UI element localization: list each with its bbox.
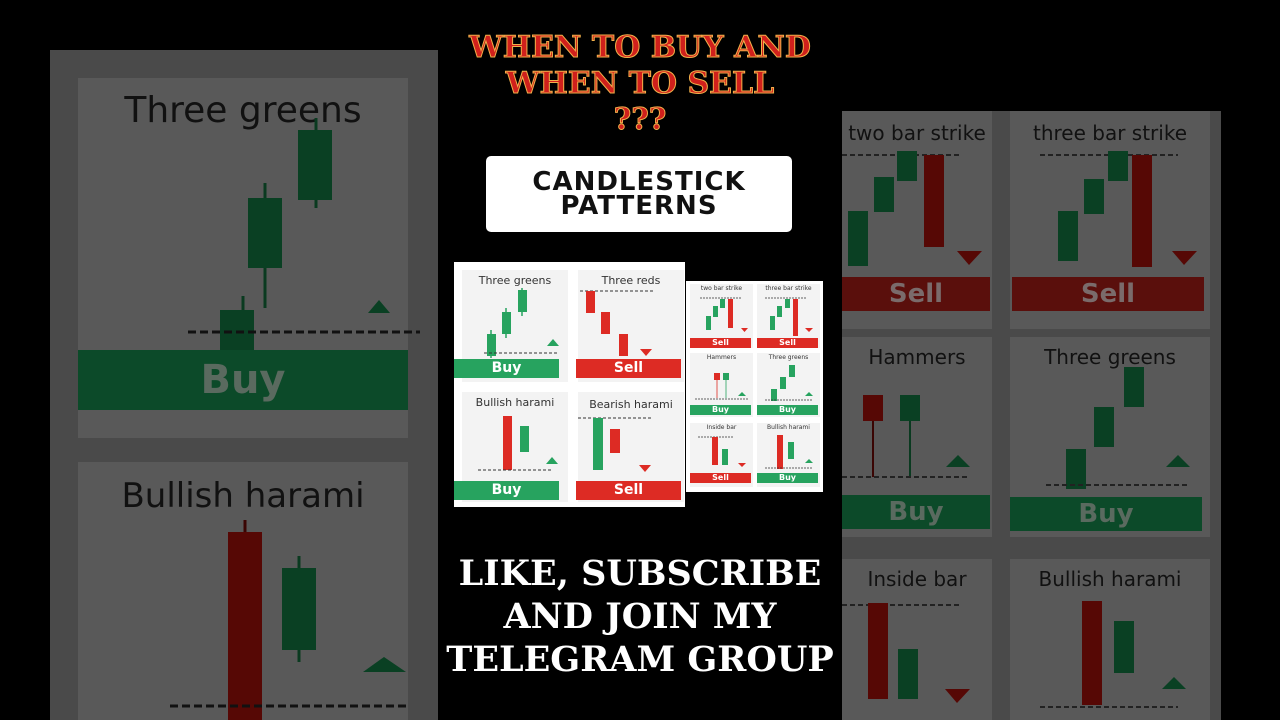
badge-line-2: PATTERNS bbox=[560, 191, 718, 221]
buy-label: Buy bbox=[454, 359, 559, 378]
candle bbox=[619, 334, 628, 356]
pattern-card-inside-bar: Inside bar Sell bbox=[690, 423, 753, 487]
pattern-card-three-reds: Three reds Sell bbox=[576, 270, 684, 382]
down-arrow-icon bbox=[945, 689, 970, 703]
buy-label: Buy bbox=[757, 473, 818, 483]
bg-card-bullish-harami: Bullish harami bbox=[78, 462, 408, 720]
candle bbox=[601, 312, 610, 334]
buy-label: Buy bbox=[757, 405, 818, 415]
down-arrow-icon bbox=[639, 465, 651, 472]
bg-buy-label: Buy bbox=[78, 350, 408, 410]
bg-sell-label: Sell bbox=[842, 277, 990, 311]
bg-card-three-greens: Three greens Buy bbox=[1010, 337, 1210, 537]
candle bbox=[503, 416, 512, 470]
small-cheatsheet: two bar strike Sell three bar strike Sel… bbox=[686, 281, 823, 492]
up-arrow-icon bbox=[546, 457, 558, 464]
pattern-card-bearish-harami: Bearish harami Sell bbox=[576, 392, 684, 502]
sell-label: Sell bbox=[690, 473, 751, 483]
pattern-card-three-greens: Three greens Buy bbox=[454, 270, 568, 382]
headline-line-3: ??? bbox=[613, 102, 667, 138]
candle bbox=[228, 532, 262, 720]
down-arrow-icon bbox=[738, 463, 746, 467]
up-arrow-icon bbox=[368, 300, 390, 313]
center-column: WHEN TO BUY AND WHEN TO SELL ??? CANDLES… bbox=[438, 0, 842, 720]
pattern-card-three-bar-strike: three bar strike Sell bbox=[757, 284, 820, 348]
sell-label: Sell bbox=[576, 359, 681, 378]
bg-sell-label: Sell bbox=[1012, 277, 1204, 311]
candlestick-patterns-badge: CANDLESTICK PATTERNS bbox=[486, 156, 792, 232]
background-right-panel: two bar strike Sell three bar strike Sel… bbox=[842, 111, 1221, 720]
candle bbox=[586, 291, 595, 313]
up-arrow-icon bbox=[547, 339, 559, 346]
pattern-card-bullish-harami: Bullish harami Buy bbox=[757, 423, 820, 487]
candle bbox=[298, 130, 332, 200]
candle bbox=[593, 418, 603, 470]
call-to-action: LIKE, SUBSCRIBE AND JOIN MY TELEGRAM GRO… bbox=[438, 552, 842, 681]
bg-candles-bullish-harami bbox=[1040, 601, 1186, 708]
candle bbox=[282, 568, 316, 650]
pattern-card-bullish-harami: Bullish harami Buy bbox=[454, 392, 568, 502]
up-arrow-icon bbox=[363, 657, 406, 672]
pattern-card-two-bar-strike: two bar strike Sell bbox=[690, 284, 753, 348]
up-arrow-icon bbox=[1166, 455, 1190, 467]
headline-line-1: WHEN TO BUY AND bbox=[469, 30, 812, 66]
bg-card-inside-bar: Inside bar bbox=[842, 559, 992, 720]
headline: WHEN TO BUY AND WHEN TO SELL ??? bbox=[438, 30, 842, 138]
cta-line-3: TELEGRAM GROUP bbox=[446, 639, 834, 680]
buy-label: Buy bbox=[690, 405, 751, 415]
down-arrow-icon bbox=[741, 328, 748, 332]
bg-card-two-bar-strike: two bar strike Sell bbox=[842, 111, 992, 329]
candle bbox=[520, 426, 529, 452]
cta-line-1: LIKE, SUBSCRIBE bbox=[458, 553, 822, 594]
down-arrow-icon bbox=[957, 251, 982, 265]
large-cheatsheet: Three greens Buy Three reds Sell Bullish… bbox=[454, 262, 685, 507]
bg-card-hammers: Hammers Buy bbox=[842, 337, 992, 537]
bg-card-three-greens: Three greens Buy bbox=[78, 78, 420, 438]
bg-buy-label: Buy bbox=[1010, 497, 1202, 531]
up-arrow-icon bbox=[805, 459, 813, 463]
buy-label: Buy bbox=[454, 481, 559, 500]
down-arrow-icon bbox=[640, 349, 652, 356]
headline-line-2: WHEN TO SELL bbox=[505, 66, 775, 102]
candle bbox=[502, 312, 511, 334]
candle bbox=[610, 429, 620, 453]
down-arrow-icon bbox=[1172, 251, 1197, 265]
candle bbox=[248, 198, 282, 268]
up-arrow-icon bbox=[1162, 677, 1186, 689]
up-arrow-icon bbox=[946, 455, 970, 467]
bg-candles-inside-bar bbox=[842, 603, 970, 703]
pattern-card-hammers: Hammers Buy bbox=[690, 353, 753, 417]
up-arrow-icon bbox=[805, 392, 813, 396]
bg-buy-label: Buy bbox=[842, 495, 990, 529]
bg-card-bullish-harami: Bullish harami bbox=[1010, 559, 1210, 720]
up-arrow-icon bbox=[738, 392, 746, 396]
sell-label: Sell bbox=[576, 481, 681, 500]
sell-label: Sell bbox=[757, 338, 818, 348]
cta-line-2: AND JOIN MY bbox=[503, 596, 777, 637]
down-arrow-icon bbox=[805, 328, 813, 332]
sell-label: Sell bbox=[690, 338, 751, 348]
background-left-panel: Three greens Buy Bullish harami bbox=[50, 50, 438, 720]
bg-candles-bullish-harami bbox=[170, 520, 408, 720]
bg-card-three-bar-strike: three bar strike Sell bbox=[1010, 111, 1210, 329]
pattern-card-three-greens: Three greens Buy bbox=[757, 353, 820, 417]
candle bbox=[518, 290, 527, 312]
